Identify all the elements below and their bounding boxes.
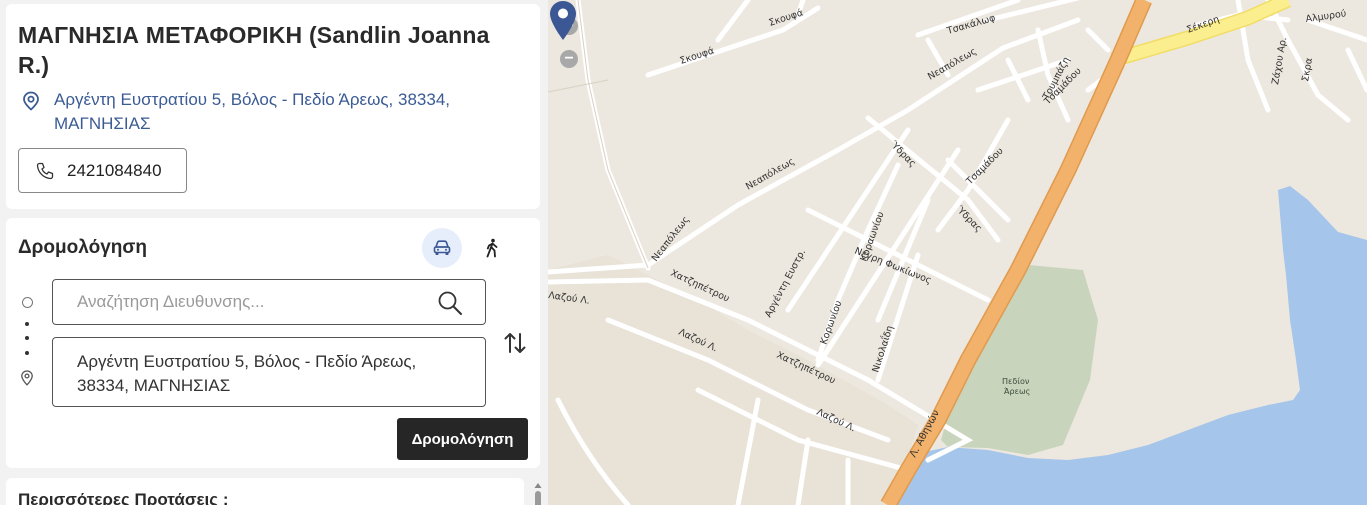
route-dot [25,351,29,355]
street-label: Νικολαΐδη [869,324,895,374]
business-name: ΜΑΓΝΗΣΙΑ ΜΕΤΑΦΟΡΙΚΗ (Sandlin Joanna R.) [18,22,490,78]
route-button[interactable]: Δρομολόγηση [397,418,528,460]
park-label: Άρεως [1004,387,1030,396]
swap-arrows-icon [504,333,526,353]
origin-search-input[interactable] [77,292,417,312]
location-pin-icon [23,91,39,111]
business-card: ΜΑΓΝΗΣΙΑ ΜΕΤΑΦΟΡΙΚΗ (Sandlin Joanna R.) … [6,4,540,209]
walk-icon [486,238,498,258]
car-mode-button[interactable] [422,228,462,268]
street-label: Σκουφά [679,45,716,66]
origin-search-field[interactable] [52,279,486,325]
more-suggestions-card: Περισσότερες Προτάσεις : [6,478,524,505]
map-view[interactable]: Σκουφά Σκουφά Τσακάλωφ Νεαπόλεως Νεαπόλε… [548,0,1367,505]
map-location-pin-icon[interactable] [548,0,578,42]
destination-field[interactable]: Αργέντη Ευστρατίου 5, Βόλος - Πεδίο Άρεω… [52,337,486,407]
origin-marker-icon [22,297,33,308]
zoom-out-button[interactable]: − [560,50,578,68]
street-label: Αργέντη Ευστρ. [763,247,808,319]
street-label: Κορωνίου [818,299,844,346]
phone-number: 2421084840 [67,160,162,180]
left-panel: ΜΑΓΝΗΣΙΑ ΜΕΤΑΦΟΡΙΚΗ (Sandlin Joanna R.) … [0,0,548,505]
more-suggestions-title: Περισσότερες Προτάσεις : [18,490,229,505]
car-icon [433,240,451,255]
street-label: Αλμυρού [1305,8,1347,25]
routing-title: Δρομολόγηση [18,237,147,258]
phone-button[interactable]: 2421084840 [18,148,187,193]
scrollbar-handle[interactable] [533,481,543,505]
park-label: Πεδίον [1002,377,1030,386]
route-dot [25,322,29,326]
street-label: Σκρα [1300,57,1315,82]
swap-button[interactable] [500,328,530,358]
harbor-water [878,186,1367,505]
destination-pin-icon [21,370,33,386]
phone-icon [36,162,54,179]
search-icon[interactable] [437,290,463,316]
business-address-text[interactable]: Αργέντη Ευστρατίου 5, Βόλος - Πεδίο Άρεω… [54,88,514,136]
street-label: Ζάχου Αρ. [1270,36,1289,85]
walk-mode-button[interactable] [472,228,512,268]
business-address: Αργέντη Ευστρατίου 5, Βόλος - Πεδίο Άρεω… [22,88,514,136]
routing-card: Δρομολόγηση Αναζήτηση Διευθυνσης... Αργέ… [6,218,540,468]
route-dot [25,336,29,340]
map-canvas[interactable]: Σκουφά Σκουφά Τσακάλωφ Νεαπόλεως Νεαπόλε… [548,0,1367,505]
street-label: Τσαμάδου [964,146,1006,188]
